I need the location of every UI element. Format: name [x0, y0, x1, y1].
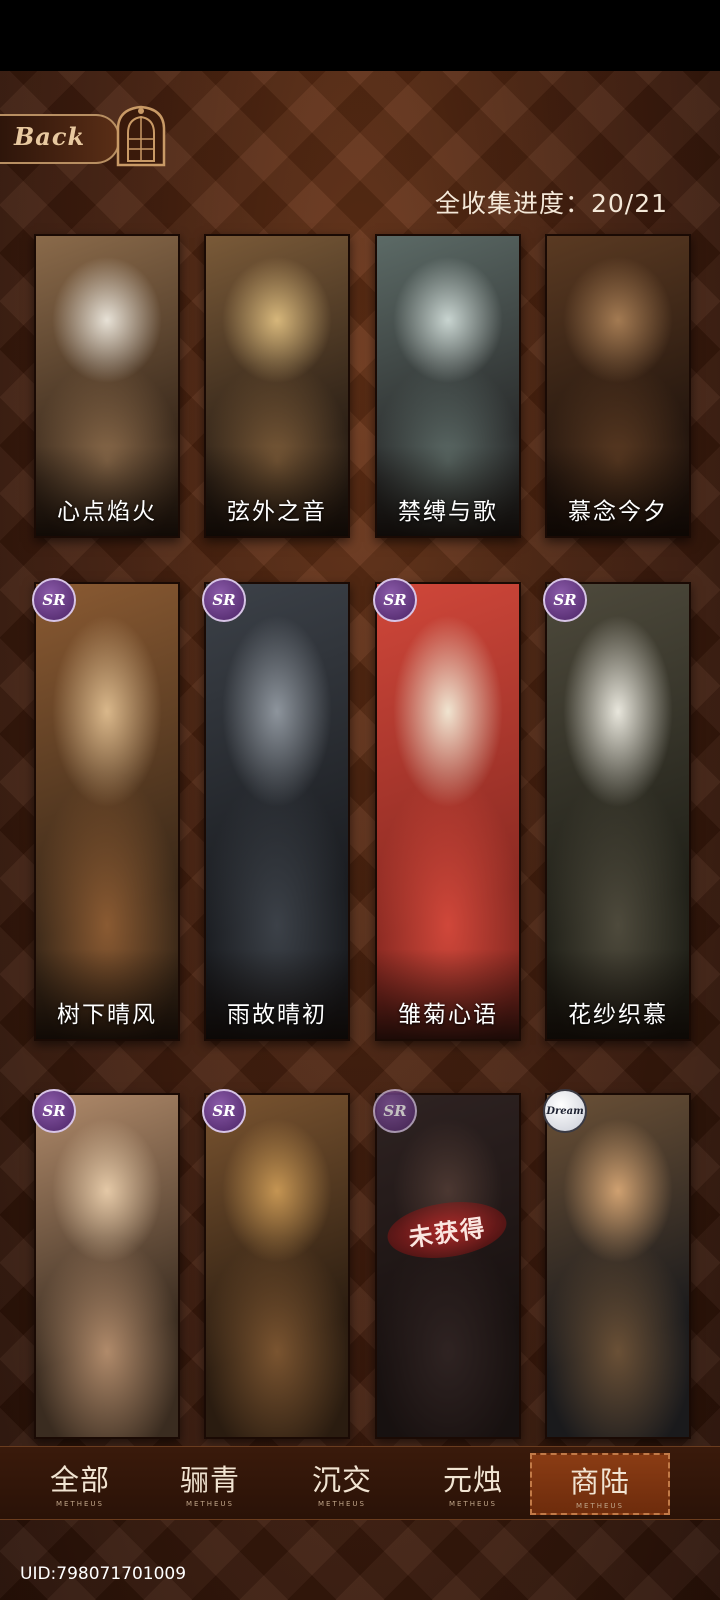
tab-1[interactable]: 全部 METHEUS	[10, 1453, 150, 1515]
collection-progress: 全收集进度：20/21	[434, 189, 668, 218]
card-title: 慕念今夕	[568, 499, 668, 525]
card-7[interactable]: 雏菊心语	[375, 582, 521, 1041]
card-title: 花纱织慕	[568, 1002, 668, 1028]
sr-rarity-badge: SR	[373, 578, 417, 622]
tab-sublabel: METHEUS	[576, 1502, 624, 1510]
locked-overlay	[377, 1095, 519, 1437]
sr-rarity-badge: SR	[32, 578, 76, 622]
tab-sublabel: METHEUS	[56, 1500, 104, 1508]
card-5[interactable]: 树下晴风	[34, 582, 180, 1041]
card-1[interactable]: 心点焰火	[34, 234, 180, 538]
tab-4[interactable]: 元烛 METHEUS	[403, 1453, 543, 1515]
card-10[interactable]	[204, 1093, 350, 1439]
sr-rarity-badge: SR	[373, 1089, 417, 1133]
back-button[interactable]: Back	[0, 101, 175, 173]
card-artwork	[36, 1095, 178, 1437]
card-6[interactable]: 雨故晴初	[204, 582, 350, 1041]
tab-label: 商陆	[569, 1465, 630, 1499]
tab-sublabel: METHEUS	[186, 1500, 234, 1508]
tab-label: 全部	[49, 1463, 110, 1497]
tab-2[interactable]: 骊青 METHEUS	[140, 1453, 280, 1515]
card-12[interactable]	[545, 1093, 691, 1439]
tab-sublabel: METHEUS	[318, 1500, 366, 1508]
sr-rarity-badge: SR	[32, 1089, 76, 1133]
card-title: 雏菊心语	[398, 1002, 498, 1028]
sr-rarity-badge: SR	[202, 578, 246, 622]
sr-rarity-badge: SR	[543, 578, 587, 622]
archway-emblem-icon	[116, 105, 166, 167]
sr-rarity-badge: SR	[202, 1089, 246, 1133]
category-tab-bar: 全部 METHEUS 骊青 METHEUS 沉交 METHEUS 元烛 METHEUS 商陆 ME…	[0, 1446, 720, 1520]
card-title: 雨故晴初	[227, 1002, 327, 1028]
tab-5[interactable]: 商陆 METHEUS	[530, 1453, 670, 1515]
card-11[interactable]: 未获得	[375, 1093, 521, 1439]
tab-3[interactable]: 沉交 METHEUS	[272, 1453, 412, 1515]
user-id: UID:798071701009	[20, 1564, 187, 1584]
gallery-screen: Back 全收集进度：20/21 心点焰火 弦外之音 禁缚与歌 慕念今夕树下晴风 SR 雨…	[0, 71, 720, 1600]
card-artwork	[547, 1095, 689, 1437]
card-title: 禁缚与歌	[398, 499, 498, 525]
card-title: 弦外之音	[227, 499, 327, 525]
tab-sublabel: METHEUS	[449, 1500, 497, 1508]
card-8[interactable]: 花纱织慕	[545, 582, 691, 1041]
card-title: 心点焰火	[57, 499, 157, 525]
dream-rarity-badge: Dream	[543, 1089, 587, 1133]
card-artwork	[206, 1095, 348, 1437]
card-2[interactable]: 弦外之音	[204, 234, 350, 538]
card-4[interactable]: 慕念今夕	[545, 234, 691, 538]
card-9[interactable]	[34, 1093, 180, 1439]
tab-label: 沉交	[311, 1463, 372, 1497]
back-label: Back	[14, 122, 86, 151]
card-3[interactable]: 禁缚与歌	[375, 234, 521, 538]
card-title: 树下晴风	[57, 1002, 157, 1028]
tab-label: 骊青	[179, 1463, 240, 1497]
tab-label: 元烛	[442, 1463, 503, 1497]
